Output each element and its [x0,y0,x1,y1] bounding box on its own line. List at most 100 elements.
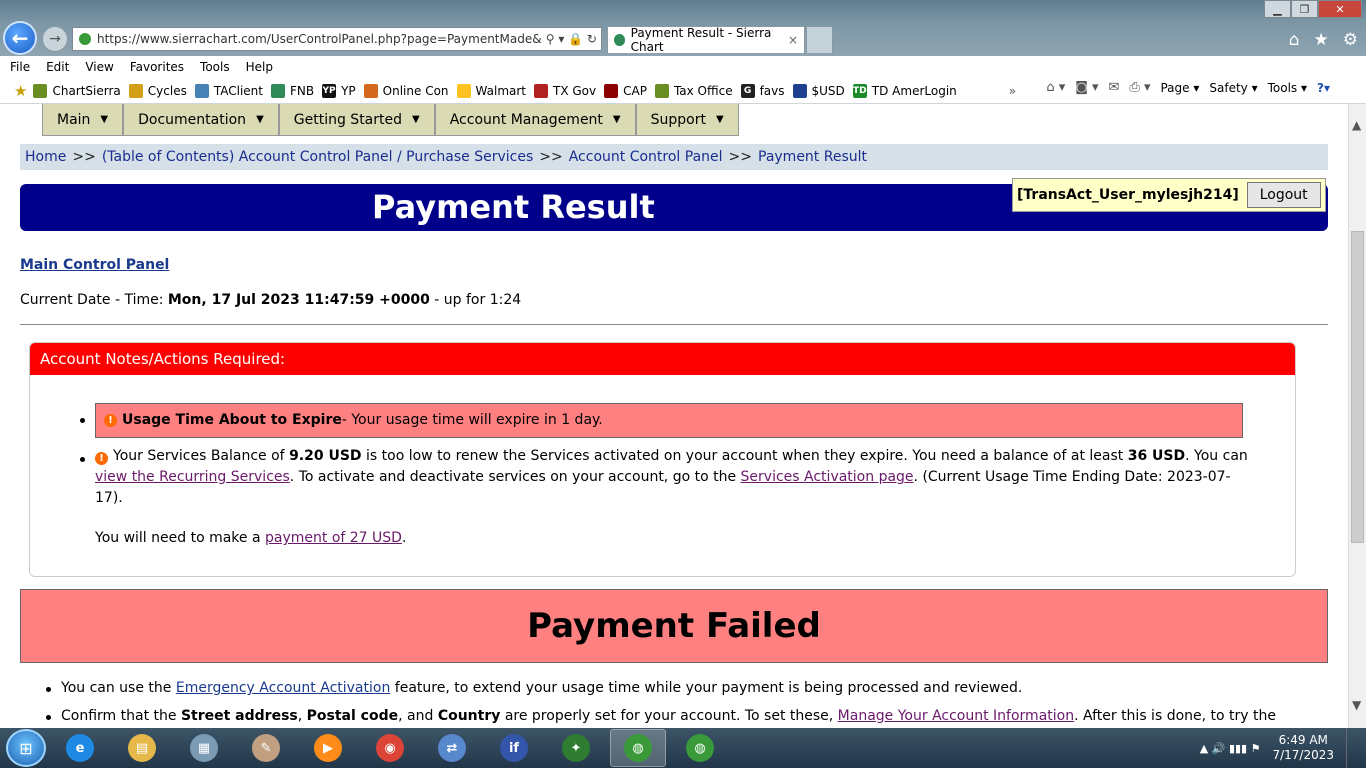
clock[interactable]: 6:49 AM 7/17/2023 [1272,733,1334,763]
taskbar-app-button[interactable]: if [486,729,542,767]
spark-icon [456,83,471,98]
address-bar[interactable]: https://www.sierrachart.com/UserControlP… [72,27,602,51]
nav-documentation-label: Documentation [138,111,247,128]
print-icon[interactable]: ⎙ ▾ [1129,80,1150,95]
feeds-icon[interactable]: ◙ ▾ [1075,80,1098,95]
taskbar-app-button[interactable]: ◍ [672,729,728,767]
tray-icons[interactable]: ▲ 🔊 ▮▮▮ ⚑ [1200,742,1261,755]
favorites-list: ChartSierra Cycles TAClient FNB YP YP Online C… [33,83,964,98]
favorite-link[interactable]: $USD [792,83,845,98]
window-controls: ▁ ❐ ✕ [1264,0,1362,18]
favorite-link[interactable]: ChartSierra [33,83,121,98]
scroll-up-icon[interactable]: ▲ [1352,118,1361,132]
logout-button[interactable]: Logout [1246,182,1321,208]
note2-text-a: Your Services Balance of [113,448,290,464]
favorite-link[interactable]: Cycles [128,83,187,98]
mail-icon[interactable]: ✉ [1109,80,1120,95]
favorite-link[interactable]: TX Gov [534,83,596,98]
favorites-star-icon[interactable]: ★ [14,82,27,100]
manage-account-link[interactable]: Manage Your Account Information [838,708,1074,724]
menu-tools[interactable]: Tools [200,60,230,74]
favorite-link[interactable]: Gfavs [740,83,785,98]
taskbar-app-button[interactable]: ⇄ [424,729,480,767]
close-window-button[interactable]: ✕ [1318,0,1362,18]
favorite-link[interactable]: TD TD AmerLogin [852,83,957,98]
favorite-label: TD AmerLogin [871,83,957,98]
favbar-more-icon[interactable]: » [1009,84,1016,98]
taskbar-app-button[interactable]: ▶ [300,729,356,767]
page-title: Payment Result [372,188,655,226]
nav-main[interactable]: Main ▼ [42,104,124,136]
note2-text-c: . You can [1185,448,1248,464]
gear-icon[interactable]: ⚙ [1343,30,1358,50]
vertical-scrollbar[interactable]: ▲ ▼ [1348,104,1366,728]
back-button[interactable]: ← [3,21,37,55]
menu-help[interactable]: Help [246,60,273,74]
maximize-button[interactable]: ❐ [1291,0,1318,18]
favorite-label: Cycles [147,83,187,98]
account-notes-box: Account Notes/Actions Required: ! Usage T… [29,342,1296,577]
show-desktop-button[interactable] [1346,728,1356,768]
ie-icon: e [66,734,94,762]
safety-menu[interactable]: Safety ▾ [1209,81,1257,95]
bullet-dot [46,715,51,720]
payment-link[interactable]: payment of 27 USD [265,530,402,546]
breadcrumb-current[interactable]: Payment Result [758,149,867,165]
favorite-label: Online Con [382,83,449,98]
breadcrumb-home[interactable]: Home [25,149,66,165]
nav-account-management[interactable]: Account Management ▼ [434,104,636,136]
address-actions[interactable]: ⚲ ▾ 🔒 ↻ [541,32,601,46]
nav-documentation[interactable]: Documentation ▼ [123,104,279,136]
emergency-activation-link[interactable]: Emergency Account Activation [176,680,390,696]
taskbar-app-button[interactable]: e [52,729,108,767]
nav-support[interactable]: Support ▼ [635,104,739,136]
minimize-button[interactable]: ▁ [1264,0,1291,18]
help-icon[interactable]: ?▾ [1317,81,1330,95]
menu-bar: File Edit View Favorites Tools Help [0,56,1366,78]
note2-text-b: is too low to renew the Services activat… [361,448,1128,464]
main-control-panel-link[interactable]: Main Control Panel [20,257,169,273]
scroll-down-icon[interactable]: ▼ [1352,698,1361,712]
nav-getting-started[interactable]: Getting Started ▼ [278,104,435,136]
new-tab-button[interactable] [806,26,833,53]
breadcrumb-toc[interactable]: (Table of Contents) Account Control Pane… [102,149,533,165]
tab-close-icon[interactable]: × [788,33,798,47]
favorite-link[interactable]: Walmart [456,83,526,98]
url-text[interactable]: https://www.sierrachart.com/UserControlP… [97,32,542,46]
recurring-services-link[interactable]: view the Recurring Services [95,469,290,485]
cap-icon [604,83,619,98]
home-cmd-icon[interactable]: ⌂ ▾ [1046,80,1065,95]
note-payment-needed: You will need to make a payment of 27 US… [95,528,406,549]
b2-text-c: . After this is done, to try the [1074,708,1276,724]
taskbar-app-button[interactable]: ▤ [114,729,170,767]
taskbar-app-button[interactable]: ✎ [238,729,294,767]
favorite-link[interactable]: Online Con [363,83,449,98]
taskbar-app-button[interactable]: ▦ [176,729,232,767]
scroll-thumb[interactable] [1351,231,1364,543]
taskbar-app-button[interactable]: ✦ [548,729,604,767]
favorite-link[interactable]: Tax Office [654,83,733,98]
star-icon[interactable]: ★ [1314,30,1329,50]
b2-and: , and [398,708,438,724]
tools-menu[interactable]: Tools ▾ [1268,81,1307,95]
home-icon[interactable]: ⌂ [1289,30,1300,50]
browser-right-icons: ⌂ ★ ⚙ [1289,30,1358,50]
forward-button[interactable]: → [42,26,68,52]
taskbar-app-button[interactable]: ◍ [610,729,666,767]
taskbar-app-button[interactable]: ◉ [362,729,418,767]
breadcrumb-acp[interactable]: Account Control Panel [569,149,723,165]
note1-text: - Your usage time will expire in 1 day. [341,412,603,428]
favorite-link[interactable]: YP YP [322,83,356,98]
menu-view[interactable]: View [85,60,113,74]
menu-favorites[interactable]: Favorites [130,60,184,74]
menu-edit[interactable]: Edit [46,60,69,74]
browser-titlebar: ← → https://www.sierrachart.com/UserCont… [0,0,1366,56]
start-button[interactable]: ⊞ [6,729,46,767]
menu-file[interactable]: File [10,60,30,74]
page-menu[interactable]: Page ▾ [1160,81,1199,95]
tab-payment-result[interactable]: Payment Result - Sierra Chart × [607,26,805,54]
favorite-link[interactable]: TAClient [194,83,263,98]
favorite-link[interactable]: FNB [270,83,314,98]
services-activation-link[interactable]: Services Activation page [741,469,914,485]
favorite-link[interactable]: CAP [604,83,647,98]
